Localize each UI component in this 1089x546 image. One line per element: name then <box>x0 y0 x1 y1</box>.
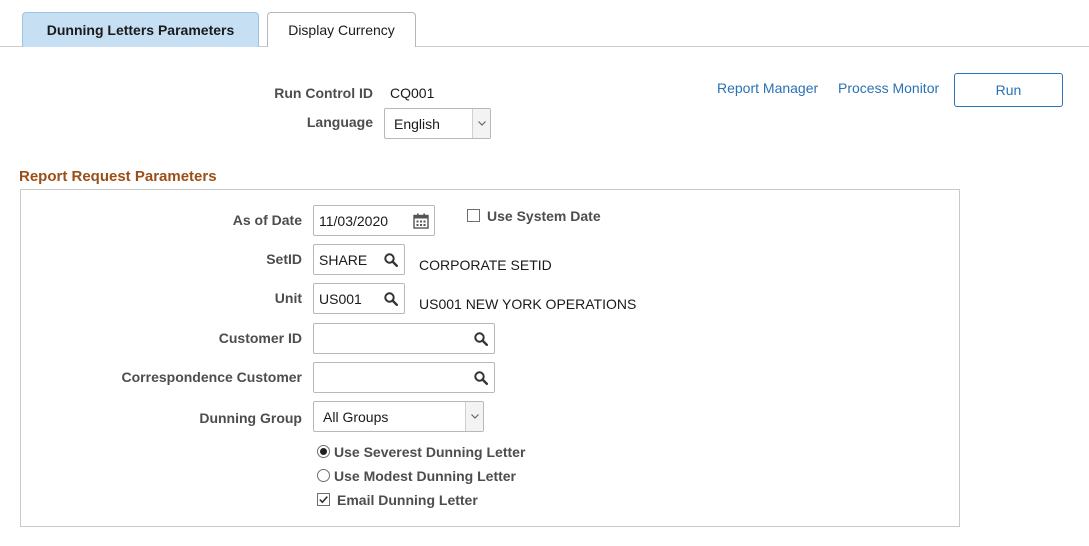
tab-display-currency[interactable]: Display Currency <box>267 12 416 47</box>
use-severest-radio[interactable] <box>317 445 330 458</box>
correspondence-customer-label: Correspondence Customer <box>121 369 302 385</box>
search-icon[interactable] <box>378 284 404 313</box>
dunning-group-select[interactable]: All Groups <box>313 401 484 432</box>
customer-id-input[interactable] <box>313 323 495 354</box>
as-of-date-label: As of Date <box>232 212 302 228</box>
checkmark-icon <box>319 496 328 504</box>
language-label: Language <box>306 114 373 130</box>
radio-selected-dot <box>320 448 327 455</box>
search-icon[interactable] <box>468 363 494 392</box>
dunning-group-label: Dunning Group <box>199 410 302 426</box>
process-monitor-link[interactable]: Process Monitor <box>838 80 939 96</box>
unit-label: Unit <box>274 290 302 306</box>
setid-input[interactable]: SHARE <box>313 244 405 275</box>
as-of-date-value: 11/03/2020 <box>319 212 389 229</box>
chevron-down-icon <box>465 402 483 431</box>
use-system-date-checkbox[interactable] <box>467 209 480 222</box>
email-dunning-letter-label: Email Dunning Letter <box>337 492 478 508</box>
use-modest-radio[interactable] <box>317 469 330 482</box>
run-control-id-value: CQ001 <box>390 85 435 101</box>
search-icon[interactable] <box>468 324 494 353</box>
tab-label: Display Currency <box>288 22 395 38</box>
use-severest-label: Use Severest Dunning Letter <box>334 444 526 460</box>
unit-description: US001 NEW YORK OPERATIONS <box>419 296 637 312</box>
setid-value: SHARE <box>319 251 368 268</box>
as-of-date-input[interactable]: 11/03/2020 <box>313 205 435 236</box>
setid-description: CORPORATE SETID <box>419 257 552 273</box>
report-manager-link[interactable]: Report Manager <box>717 80 818 96</box>
section-title: Report Request Parameters <box>19 168 217 185</box>
unit-value: US001 <box>319 290 362 307</box>
correspondence-customer-input[interactable] <box>313 362 495 393</box>
language-select[interactable]: English <box>384 108 491 139</box>
run-button[interactable]: Run <box>954 73 1063 107</box>
calendar-icon[interactable] <box>408 206 434 235</box>
setid-label: SetID <box>266 251 302 267</box>
unit-input[interactable]: US001 <box>313 283 405 314</box>
email-dunning-letter-checkbox[interactable] <box>317 493 330 506</box>
dunning-group-value: All Groups <box>323 408 389 425</box>
search-icon[interactable] <box>378 245 404 274</box>
tab-label: Dunning Letters Parameters <box>46 22 235 38</box>
chevron-down-icon <box>472 109 490 138</box>
use-modest-label: Use Modest Dunning Letter <box>334 468 517 484</box>
language-select-value: English <box>394 115 440 132</box>
run-control-id-label: Run Control ID <box>274 85 373 101</box>
customer-id-label: Customer ID <box>218 330 302 346</box>
tab-dunning-letters-parameters[interactable]: Dunning Letters Parameters <box>22 12 259 47</box>
use-system-date-label: Use System Date <box>487 208 601 224</box>
